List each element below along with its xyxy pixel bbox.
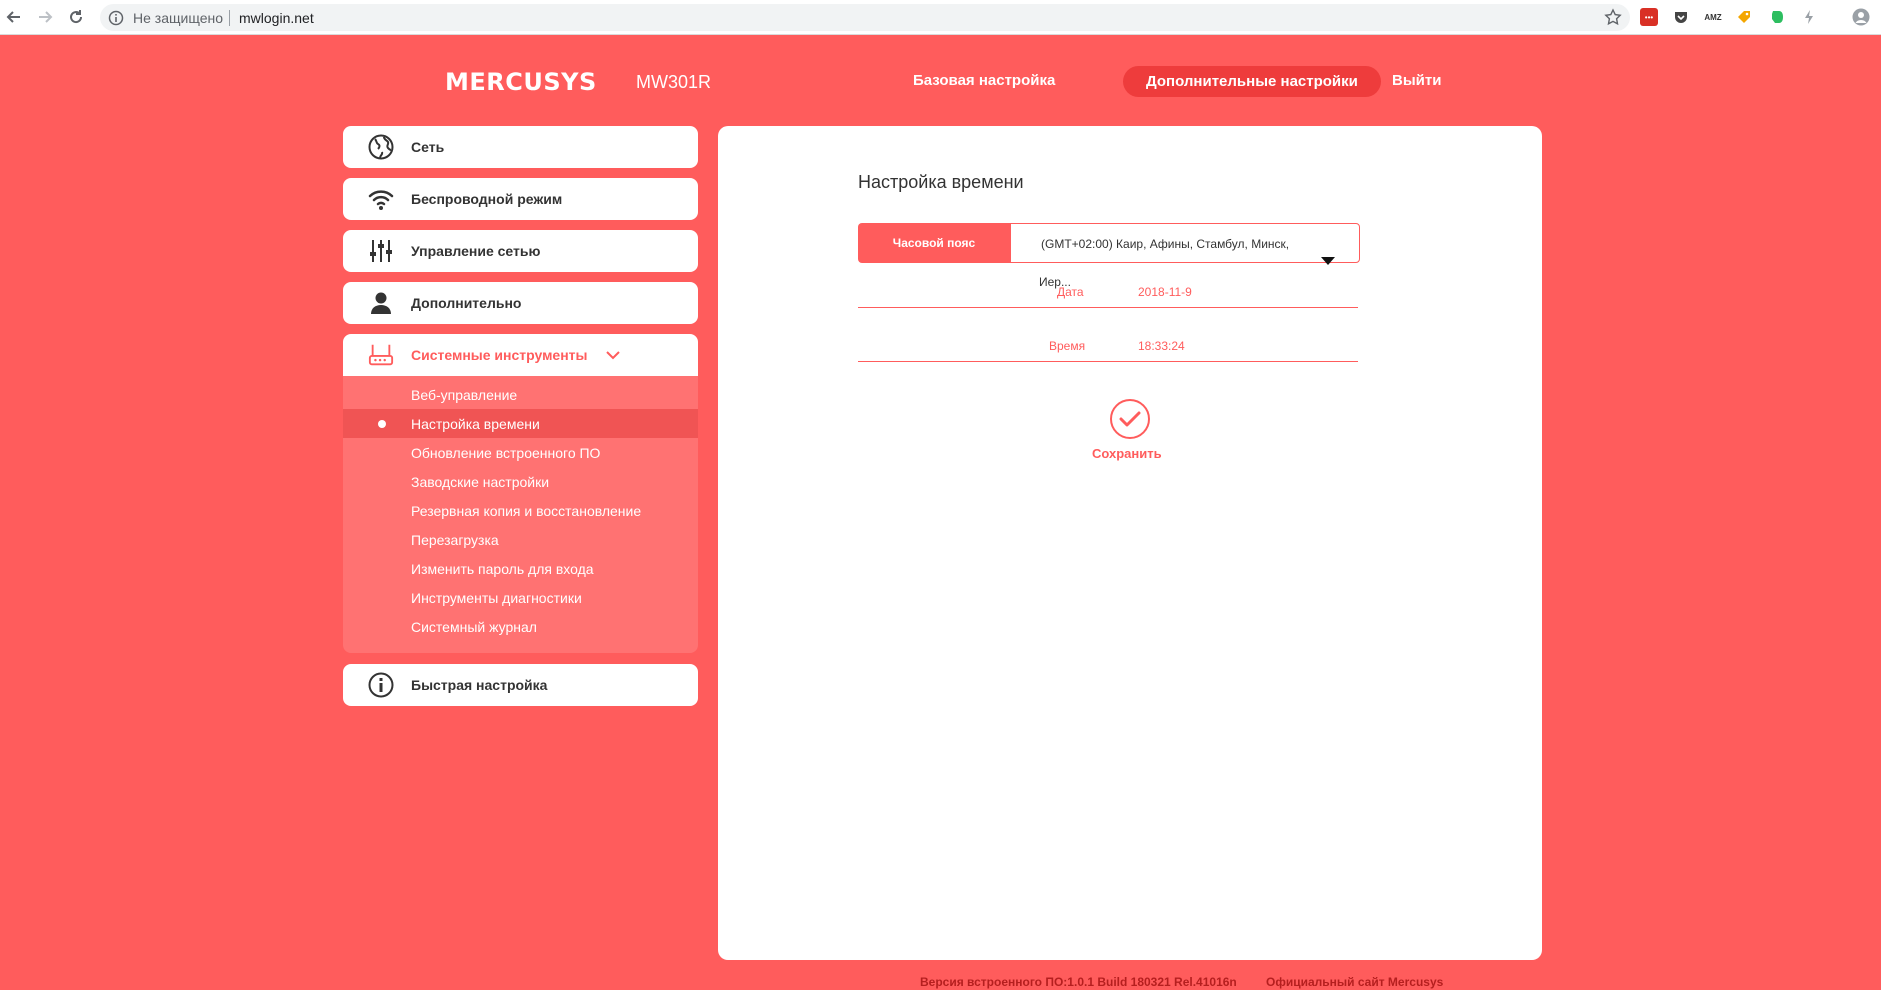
system-tools-submenu: Веб-управление Настройка времени Обновле… [343, 376, 698, 653]
profile-avatar-icon[interactable] [1852, 8, 1870, 26]
security-status: Не защищено [133, 10, 223, 26]
nav-logout[interactable]: Выйти [1392, 72, 1441, 89]
page-title: Настройка времени [858, 172, 1024, 192]
date-divider [858, 307, 1358, 308]
router-model: MW301R [636, 72, 712, 92]
timezone-select[interactable]: (GMT+02:00) Каир, Афины, Стамбул, Минск, [1010, 223, 1360, 265]
date-label: Дата [1057, 285, 1084, 299]
bookmark-star-icon[interactable] [1604, 8, 1622, 31]
extension-tag-icon[interactable] [1735, 8, 1753, 26]
sidebar-item-network[interactable]: Сеть [343, 126, 698, 168]
submenu-item-diagnostics[interactable]: Инструменты диагностики [343, 583, 698, 612]
router-icon [368, 342, 394, 368]
url-text[interactable]: mwlogin.net [239, 10, 314, 26]
sidebar-item-quick-setup[interactable]: Быстрая настройка [343, 664, 698, 706]
browser-toolbar: Не защищено mwlogin.net ••• AMZ [0, 0, 1881, 35]
save-button[interactable] [1110, 399, 1150, 439]
submenu-item-system-log[interactable]: Системный журнал [343, 612, 698, 641]
extension-lastpass-icon[interactable]: ••• [1640, 8, 1658, 26]
sidebar-item-system-tools[interactable]: Системные инструменты [343, 334, 698, 376]
sidebar-item-label: Быстрая настройка [411, 677, 548, 693]
extension-amz-icon[interactable]: AMZ [1704, 8, 1722, 26]
sidebar-item-network-control[interactable]: Управление сетью [343, 230, 698, 272]
reload-icon[interactable] [64, 5, 88, 29]
chevron-down-icon [605, 348, 621, 366]
extension-bolt-icon[interactable] [1800, 8, 1818, 26]
sidebar-item-label: Управление сетью [411, 243, 541, 259]
submenu-item-factory-defaults[interactable]: Заводские настройки [343, 467, 698, 496]
sidebar-item-wireless[interactable]: Беспроводной режим [343, 178, 698, 220]
checkmark-icon [1119, 411, 1141, 427]
submenu-item-firmware-update[interactable]: Обновление встроенного ПО [343, 438, 698, 467]
submenu-item-time-settings[interactable]: Настройка времени [343, 409, 698, 438]
save-label[interactable]: Сохранить [1092, 446, 1162, 461]
nav-advanced-settings[interactable]: Дополнительные настройки [1123, 66, 1381, 97]
time-divider [858, 361, 1358, 362]
submenu-item-backup-restore[interactable]: Резервная копия и восстановление [343, 496, 698, 525]
time-value: 18:33:24 [1138, 339, 1185, 353]
sidebar-item-label: Беспроводной режим [411, 191, 563, 207]
info-icon [368, 672, 394, 698]
wifi-icon [368, 186, 394, 212]
info-icon[interactable] [108, 10, 124, 31]
content-panel: Настройка времени Часовой пояс (GMT+02:0… [718, 126, 1542, 960]
back-icon[interactable] [2, 5, 26, 29]
address-bar[interactable]: Не защищено mwlogin.net [100, 4, 1630, 31]
time-label: Время [1049, 339, 1086, 353]
firmware-version: Версия встроенного ПО:1.0.1 Build 180321… [920, 975, 1237, 989]
official-site-link[interactable]: Официальный сайт Mercusys [1266, 975, 1443, 989]
date-value: 2018-11-9 [1138, 285, 1192, 299]
user-icon [368, 290, 394, 316]
extension-evernote-icon[interactable] [1768, 8, 1786, 26]
timezone-label: Часовой пояс [858, 223, 1010, 263]
sidebar-item-advanced[interactable]: Дополнительно [343, 282, 698, 324]
nav-basic-settings[interactable]: Базовая настройка [913, 72, 1055, 89]
submenu-item-web-management[interactable]: Веб-управление [343, 380, 698, 409]
sidebar-item-label: Сеть [411, 139, 445, 155]
dropdown-arrow-icon [1321, 257, 1335, 265]
sidebar-item-label: Системные инструменты [411, 347, 588, 363]
submenu-item-change-password[interactable]: Изменить пароль для входа [343, 554, 698, 583]
globe-icon [368, 134, 394, 160]
mercusys-logo: MERCUSYS [445, 68, 597, 96]
timezone-value: (GMT+02:00) Каир, Афины, Стамбул, Минск, [1041, 237, 1290, 251]
forward-icon[interactable] [33, 5, 57, 29]
extension-pocket-icon[interactable] [1672, 8, 1690, 26]
active-dot [378, 420, 386, 428]
submenu-item-reboot[interactable]: Перезагрузка [343, 525, 698, 554]
sidebar-item-label: Дополнительно [411, 295, 522, 311]
sliders-icon [368, 238, 394, 264]
omnibox-divider [229, 10, 230, 26]
